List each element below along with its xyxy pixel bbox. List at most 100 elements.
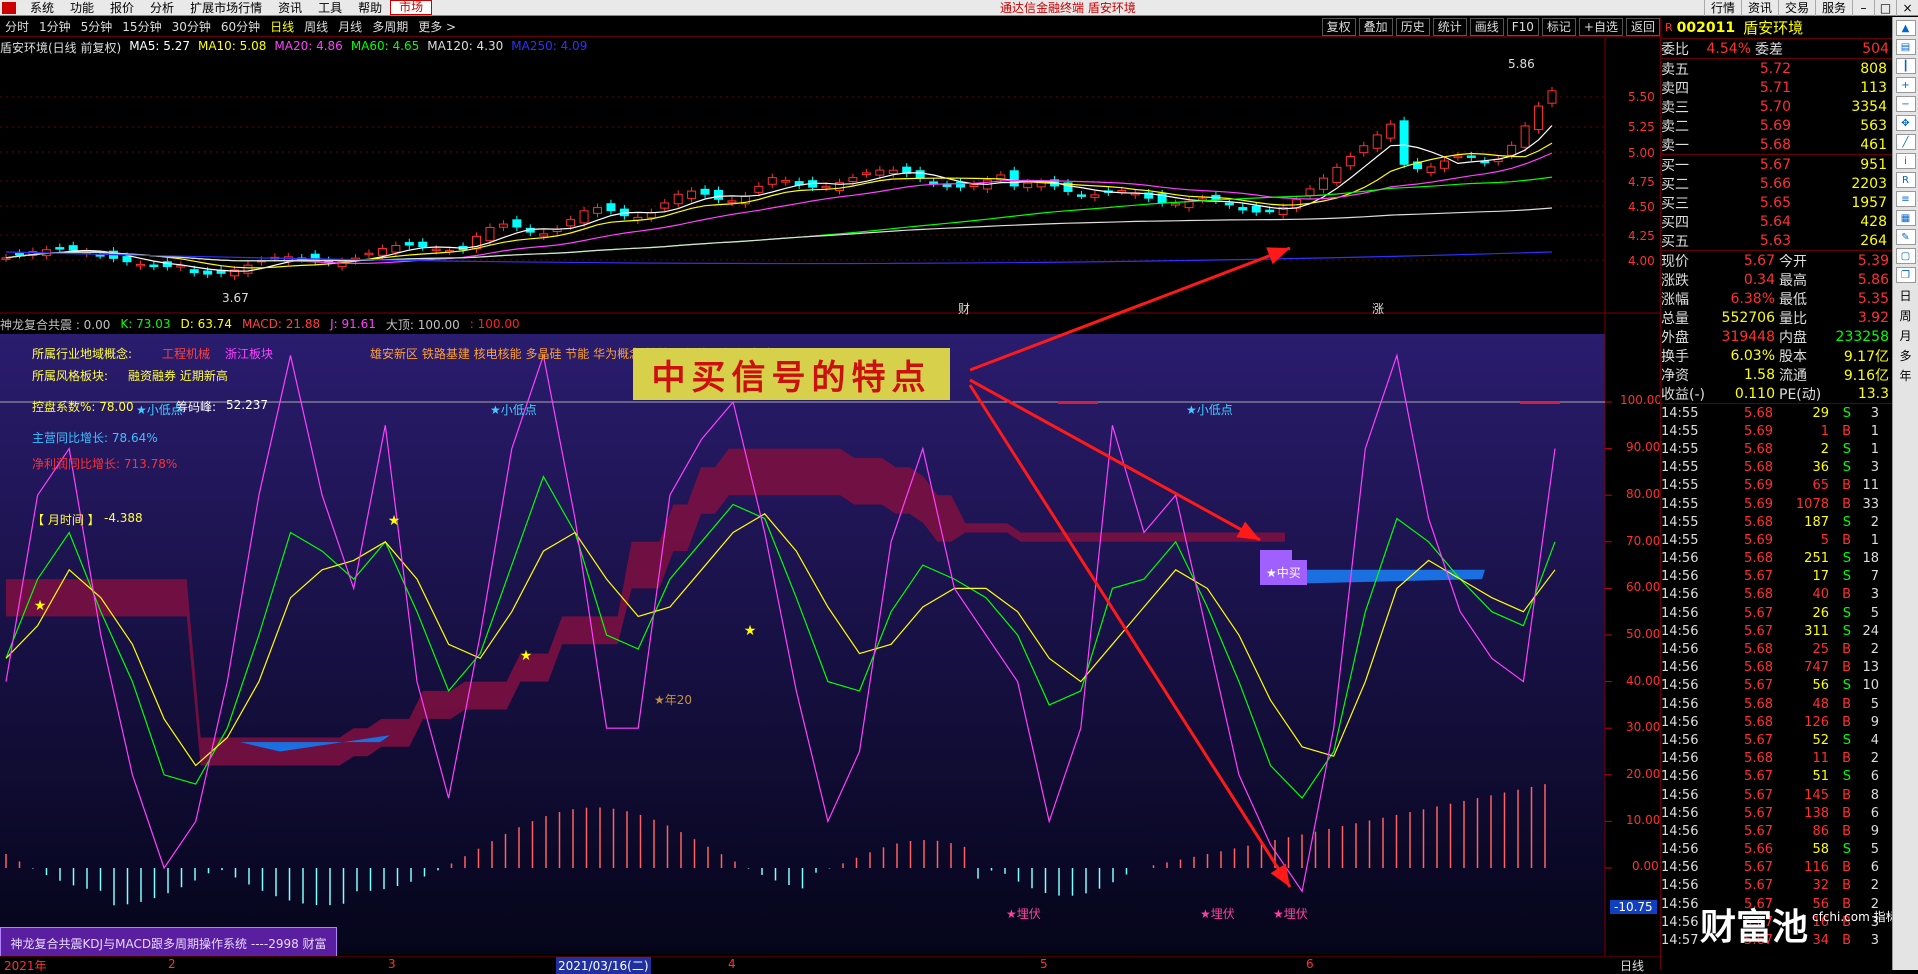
stat-label: 流通 — [1779, 367, 1807, 384]
tick-side: S — [1842, 605, 1851, 621]
ask-label: 卖五 — [1661, 61, 1689, 78]
maximize-icon[interactable]: □ — [1874, 0, 1896, 16]
tick-count: 3 — [1870, 460, 1879, 476]
bid-label: 买四 — [1661, 214, 1689, 231]
tick-side: B — [1842, 878, 1851, 894]
signal-year20[interactable]: ★年20 — [654, 691, 692, 708]
signal-ambush[interactable]: ★埋伏 — [1006, 905, 1041, 922]
tool-zoom-in-icon[interactable]: + — [1895, 77, 1916, 93]
event-mark-finance[interactable]: 财 — [958, 300, 970, 317]
signal-ambush[interactable]: ★埋伏 — [1200, 905, 1235, 922]
ma60-label: MA60: 4.65 — [350, 39, 420, 53]
tick-count: 3 — [1870, 405, 1879, 421]
tick-volume: 32 — [1812, 878, 1829, 894]
side-period-multi[interactable]: 多 — [1893, 346, 1918, 366]
tick-time: 14:56 — [1661, 769, 1699, 785]
kline-indicator-chart[interactable]: ★ ★ ★ ★ — [0, 0, 1660, 970]
bid-price: 5.64 — [1759, 213, 1791, 230]
tick-volume: 116 — [1804, 860, 1829, 876]
ind-tick: 50.00 — [1626, 627, 1661, 641]
candle-body — [203, 270, 213, 275]
tick-side: B — [1842, 696, 1851, 712]
top-btn-trade[interactable]: 交易 — [1777, 0, 1815, 16]
stat-value: 6.03% — [1730, 347, 1775, 364]
ask-price: 5.68 — [1759, 136, 1791, 153]
tick-row: 14:56 5.67 17 S 7 — [1661, 568, 1892, 586]
tick-count: 5 — [1870, 842, 1879, 858]
tool-draw-icon[interactable]: ╱ — [1895, 134, 1916, 150]
bid-row: 买五 5.63 264 — [1661, 231, 1892, 250]
ask-volume: 563 — [1860, 117, 1887, 134]
ask-list: 卖五 5.72 808 卖四 5.71 113 卖三 5.70 3354 卖二 5.69 563 卖一 5… — [1661, 59, 1892, 154]
stat-value: 552706 — [1721, 309, 1775, 326]
minimize-icon[interactable]: – — [1852, 0, 1874, 16]
signal-ambush[interactable]: ★埋伏 — [1273, 905, 1308, 922]
tick-row: 14:56 5.68 48 B 5 — [1661, 695, 1892, 713]
top-btn-service[interactable]: 服务 — [1814, 0, 1852, 16]
bid-volume: 951 — [1860, 156, 1887, 173]
signal-small-low[interactable]: ★小低点 — [136, 401, 183, 418]
tool-chart-icon[interactable]: ▤ — [1895, 39, 1916, 55]
signal-small-low[interactable]: ★小低点 — [490, 401, 537, 418]
promo-banner[interactable]: 神龙复合共震KDJ与MACD跟多周期操作系统 ----2998 财富 — [0, 927, 337, 959]
ind-tick: 20.00 — [1626, 767, 1661, 781]
top-btn-news[interactable]: 资讯 — [1740, 0, 1778, 16]
side-period-year[interactable]: 年 — [1893, 366, 1918, 386]
candle-body — [955, 181, 965, 188]
date-label: 5 — [1040, 957, 1048, 971]
signal-mid-buy[interactable]: ★中买 — [1260, 560, 1307, 585]
tool-move-icon[interactable]: ✥ — [1895, 115, 1916, 131]
tick-side: S — [1842, 441, 1851, 457]
indicator-name[interactable]: 神龙复合共震 : 0.00 — [0, 316, 110, 333]
event-mark-limit[interactable]: 涨 — [1372, 300, 1384, 317]
tick-time: 14:55 — [1661, 423, 1699, 439]
tick-time: 14:56 — [1661, 605, 1699, 621]
side-period-month[interactable]: 月 — [1893, 326, 1918, 346]
ask-row: 卖五 5.72 808 — [1661, 59, 1892, 78]
tick-side: B — [1842, 933, 1851, 949]
tick-price: 5.66 — [1744, 842, 1773, 858]
tick-price: 5.67 — [1744, 569, 1773, 585]
ma10-label: MA10: 5.08 — [197, 39, 267, 53]
side-period-week[interactable]: 周 — [1893, 306, 1918, 326]
tick-list[interactable]: 14:55 5.68 29 S 3 14:55 5.69 1 B 1 14:55 5.68 2 S 1 14:… — [1661, 404, 1892, 950]
ask-price: 5.69 — [1759, 117, 1791, 134]
top-btn-quote[interactable]: 行情 — [1703, 0, 1741, 16]
tick-volume: 138 — [1804, 805, 1829, 821]
tool-kline-icon[interactable]: ┃ — [1895, 58, 1916, 74]
ind-tick: 0.00 — [1632, 859, 1659, 873]
tick-row: 14:56 5.67 138 B 6 — [1661, 804, 1892, 822]
tick-price: 5.68 — [1744, 714, 1773, 730]
candle-body — [135, 263, 145, 267]
candle-body — [875, 169, 885, 176]
ask-row: 卖一 5.68 461 — [1661, 135, 1892, 154]
tool-pen-icon[interactable]: ✎ — [1895, 229, 1916, 245]
candle-body — [431, 248, 441, 252]
side-period-day[interactable]: 日 — [1893, 286, 1918, 306]
tick-time: 14:56 — [1661, 660, 1699, 676]
tool-rsi-icon[interactable]: R — [1895, 172, 1916, 188]
tool-copy-icon[interactable]: ❐ — [1895, 267, 1916, 283]
tick-row: 14:56 5.68 25 B 2 — [1661, 640, 1892, 658]
candle-body — [915, 170, 925, 179]
tick-side: S — [1842, 460, 1851, 476]
tick-count: 9 — [1870, 714, 1879, 730]
ind-tick: 10.00 — [1626, 813, 1661, 827]
low-price-mark: 3.67 — [222, 291, 249, 305]
tick-volume: 65 — [1812, 478, 1829, 494]
stat-label: 净资 — [1661, 367, 1689, 384]
tool-zoom-out-icon[interactable]: − — [1895, 96, 1916, 112]
date-label: 2021年 — [4, 959, 47, 973]
tick-volume: 126 — [1804, 714, 1829, 730]
tick-time: 14:56 — [1661, 751, 1699, 767]
tool-grid-icon[interactable]: ▦ — [1895, 210, 1916, 226]
tick-side: B — [1842, 860, 1851, 876]
close-icon[interactable]: × — [1896, 0, 1918, 16]
signal-small-low[interactable]: ★小低点 — [1186, 401, 1233, 418]
tool-quote-icon[interactable]: ▲ — [1895, 20, 1916, 36]
tick-price: 5.67 — [1744, 878, 1773, 894]
tool-list-icon[interactable]: ≡ — [1895, 191, 1916, 207]
tool-info-icon[interactable]: i — [1895, 153, 1916, 169]
tick-price: 5.68 — [1744, 460, 1773, 476]
tool-box-icon[interactable]: ▢ — [1895, 248, 1916, 264]
